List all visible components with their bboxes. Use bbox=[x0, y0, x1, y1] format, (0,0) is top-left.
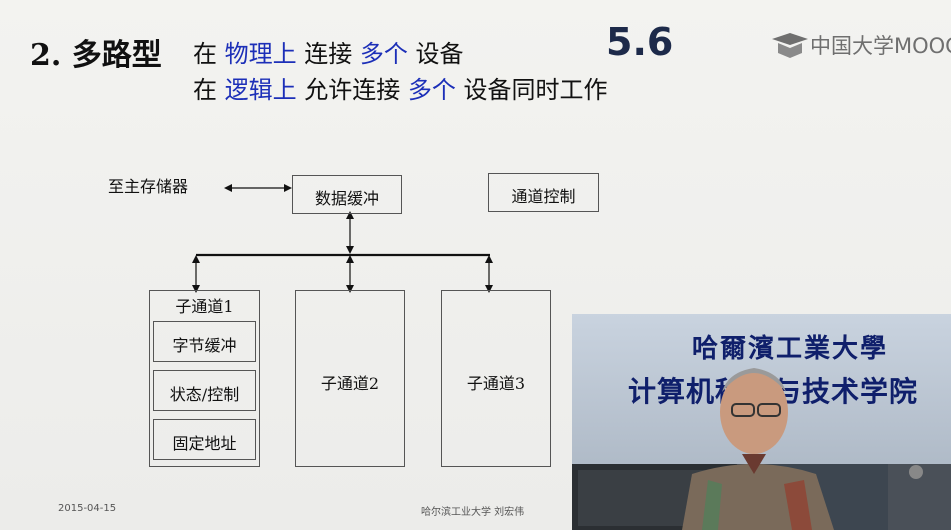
data-buffer-label: 数据缓冲 bbox=[314, 189, 379, 208]
subchannel-1-item: 固定地址 bbox=[153, 419, 256, 460]
fixed-address-label: 固定地址 bbox=[172, 434, 237, 453]
presenter-figure bbox=[572, 368, 951, 530]
slide: 2. 多路型 在 物理上 连接 多个 设备 在 逻辑上 允许连接 多个 设备同时… bbox=[0, 0, 951, 530]
byte-buffer-label: 字节缓冲 bbox=[172, 336, 237, 355]
channel-control-label: 通道控制 bbox=[511, 187, 576, 206]
status-control-label: 状态/控制 bbox=[169, 385, 240, 404]
channel-control-box: 通道控制 bbox=[488, 173, 599, 212]
subchannel-3-box: 子通道3 bbox=[441, 290, 551, 467]
subchannel-1-item: 状态/控制 bbox=[153, 370, 256, 411]
subchannel-2-box: 子通道2 bbox=[295, 290, 405, 467]
subchannel-1-title: 子通道1 bbox=[175, 297, 234, 316]
main-memory-label: 至主存储器 bbox=[108, 177, 189, 196]
data-buffer-box: 数据缓冲 bbox=[292, 175, 402, 214]
footer-date: 2015-04-15 bbox=[58, 503, 117, 514]
instructor-video: 哈爾濱工業大學 计算机科学与技术学院 bbox=[572, 314, 951, 530]
subchannel-2-label: 子通道2 bbox=[320, 374, 380, 393]
subchannel-1-item: 字节缓冲 bbox=[153, 321, 256, 362]
subchannel-1-box: 子通道1 字节缓冲 状态/控制 固定地址 bbox=[149, 290, 260, 467]
footer-author: 哈尔滨工业大学 刘宏伟 bbox=[421, 507, 525, 518]
subchannel-3-label: 子通道3 bbox=[466, 374, 526, 393]
